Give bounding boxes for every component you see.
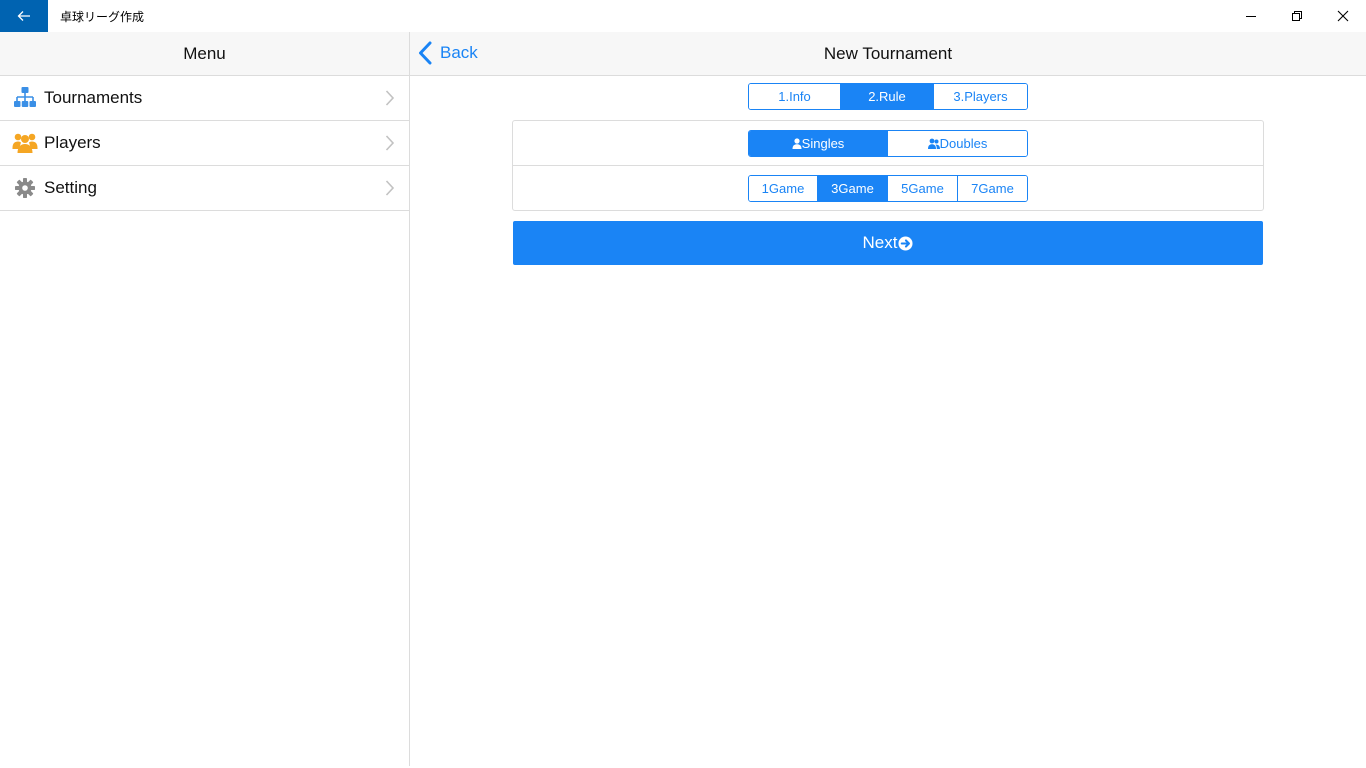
- step-rule-tab[interactable]: 2.Rule: [841, 84, 934, 109]
- game-7-option[interactable]: 7Game: [958, 176, 1027, 201]
- gear-icon: [12, 175, 38, 201]
- main-panel: Back New Tournament 1.Info 2.Rule 3.Play…: [410, 32, 1366, 766]
- minimize-button[interactable]: [1228, 0, 1274, 32]
- close-button[interactable]: [1320, 0, 1366, 32]
- match-type-segmented-control: Singles Doubles: [748, 130, 1028, 157]
- users-icon: [927, 138, 940, 149]
- sidebar-item-tournaments[interactable]: Tournaments: [0, 76, 409, 121]
- users-icon: [12, 130, 38, 156]
- arrow-left-icon: [17, 11, 30, 21]
- minimize-icon: [1246, 16, 1256, 17]
- chevron-right-icon: [385, 90, 395, 106]
- chevron-left-icon: [419, 41, 432, 65]
- sitemap-icon: [12, 85, 38, 111]
- sidebar-item-setting[interactable]: Setting: [0, 166, 409, 211]
- singles-option[interactable]: Singles: [749, 131, 888, 156]
- sidebar-header: Menu: [0, 32, 409, 76]
- restore-icon: [1292, 11, 1302, 21]
- chevron-right-icon: [385, 135, 395, 151]
- sidebar-item-label: Setting: [44, 178, 97, 197]
- doubles-label: Doubles: [939, 136, 988, 151]
- sidebar: Menu Tournaments Players Setting: [0, 32, 410, 766]
- close-icon: [1337, 10, 1349, 22]
- step-players-tab[interactable]: 3.Players: [934, 84, 1027, 109]
- game-5-option[interactable]: 5Game: [888, 176, 958, 201]
- rule-divider: [513, 165, 1263, 166]
- games-segmented-control: 1Game 3Game 5Game 7Game: [748, 175, 1028, 202]
- game-1-option[interactable]: 1Game: [749, 176, 818, 201]
- chevron-right-icon: [385, 180, 395, 196]
- window-controls: [1228, 0, 1366, 32]
- arrow-circle-right-icon: [898, 235, 914, 251]
- back-button[interactable]: Back: [418, 41, 478, 65]
- step-info-tab[interactable]: 1.Info: [749, 84, 841, 109]
- window-back-button[interactable]: [0, 0, 48, 32]
- title-bar: 卓球リーグ作成: [0, 0, 1366, 32]
- next-label: Next: [862, 233, 898, 252]
- doubles-option[interactable]: Doubles: [888, 131, 1027, 156]
- next-button[interactable]: Next: [513, 221, 1263, 265]
- game-3-option[interactable]: 3Game: [818, 176, 888, 201]
- step-segmented-control: 1.Info 2.Rule 3.Players: [748, 83, 1028, 110]
- user-icon: [792, 138, 802, 149]
- back-label: Back: [440, 43, 478, 62]
- restore-button[interactable]: [1274, 0, 1320, 32]
- window-title: 卓球リーグ作成: [60, 9, 145, 24]
- navigation-bar: Back New Tournament: [410, 32, 1366, 76]
- sidebar-item-players[interactable]: Players: [0, 121, 409, 166]
- singles-label: Singles: [801, 136, 845, 151]
- sidebar-item-label: Tournaments: [44, 88, 143, 107]
- page-title: New Tournament: [823, 43, 953, 63]
- sidebar-item-label: Players: [44, 133, 101, 152]
